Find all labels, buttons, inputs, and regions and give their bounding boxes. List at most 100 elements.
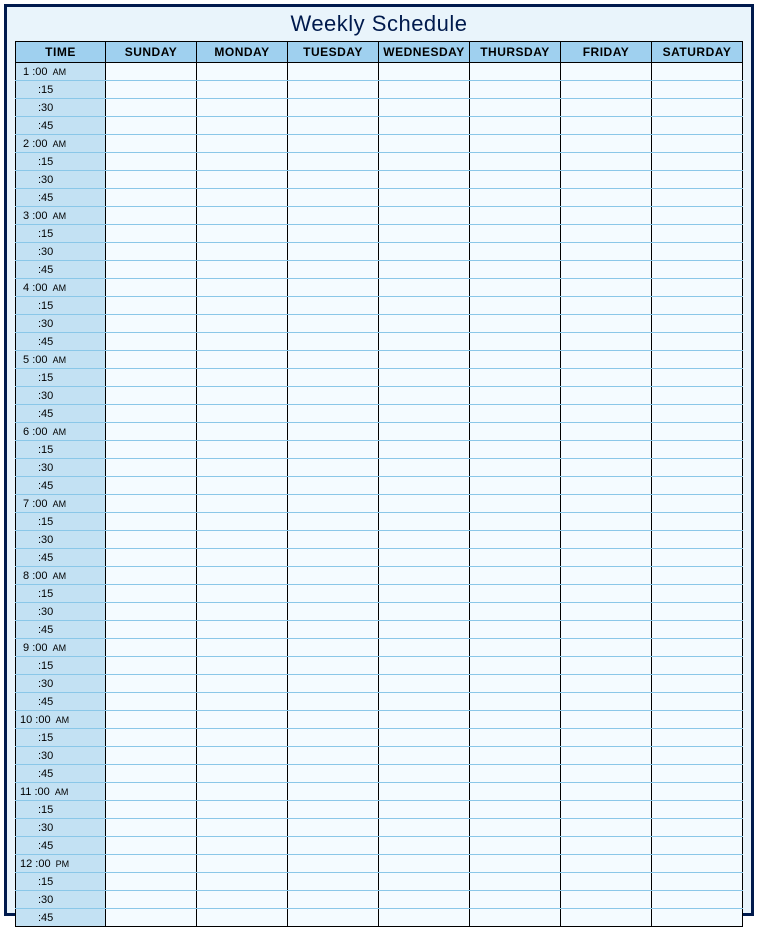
schedule-cell[interactable]: [652, 549, 743, 567]
schedule-cell[interactable]: [106, 783, 197, 801]
schedule-cell[interactable]: [379, 873, 470, 891]
schedule-cell[interactable]: [652, 495, 743, 513]
schedule-cell[interactable]: [197, 99, 288, 117]
schedule-cell[interactable]: [106, 801, 197, 819]
schedule-cell[interactable]: [470, 495, 561, 513]
schedule-cell[interactable]: [288, 351, 379, 369]
schedule-cell[interactable]: [561, 153, 652, 171]
schedule-cell[interactable]: [470, 603, 561, 621]
schedule-cell[interactable]: [197, 585, 288, 603]
schedule-cell[interactable]: [561, 837, 652, 855]
schedule-cell[interactable]: [652, 837, 743, 855]
schedule-cell[interactable]: [106, 423, 197, 441]
schedule-cell[interactable]: [379, 909, 470, 927]
schedule-cell[interactable]: [288, 297, 379, 315]
schedule-cell[interactable]: [197, 765, 288, 783]
schedule-cell[interactable]: [197, 711, 288, 729]
schedule-cell[interactable]: [379, 333, 470, 351]
schedule-cell[interactable]: [470, 549, 561, 567]
schedule-cell[interactable]: [561, 261, 652, 279]
schedule-cell[interactable]: [197, 891, 288, 909]
schedule-cell[interactable]: [197, 153, 288, 171]
schedule-cell[interactable]: [288, 675, 379, 693]
schedule-cell[interactable]: [652, 639, 743, 657]
schedule-cell[interactable]: [379, 819, 470, 837]
schedule-cell[interactable]: [197, 837, 288, 855]
schedule-cell[interactable]: [288, 603, 379, 621]
schedule-cell[interactable]: [470, 801, 561, 819]
schedule-cell[interactable]: [379, 459, 470, 477]
schedule-cell[interactable]: [652, 747, 743, 765]
schedule-cell[interactable]: [106, 675, 197, 693]
schedule-cell[interactable]: [197, 405, 288, 423]
schedule-cell[interactable]: [652, 63, 743, 81]
schedule-cell[interactable]: [561, 405, 652, 423]
schedule-cell[interactable]: [470, 459, 561, 477]
schedule-cell[interactable]: [106, 441, 197, 459]
schedule-cell[interactable]: [470, 711, 561, 729]
schedule-cell[interactable]: [652, 477, 743, 495]
schedule-cell[interactable]: [106, 153, 197, 171]
schedule-cell[interactable]: [288, 837, 379, 855]
schedule-cell[interactable]: [652, 711, 743, 729]
schedule-cell[interactable]: [197, 477, 288, 495]
schedule-cell[interactable]: [561, 477, 652, 495]
schedule-cell[interactable]: [197, 81, 288, 99]
schedule-cell[interactable]: [561, 639, 652, 657]
schedule-cell[interactable]: [470, 63, 561, 81]
schedule-cell[interactable]: [652, 171, 743, 189]
schedule-cell[interactable]: [652, 459, 743, 477]
schedule-cell[interactable]: [561, 207, 652, 225]
schedule-cell[interactable]: [470, 693, 561, 711]
schedule-cell[interactable]: [652, 297, 743, 315]
schedule-cell[interactable]: [561, 351, 652, 369]
schedule-cell[interactable]: [652, 675, 743, 693]
schedule-cell[interactable]: [106, 99, 197, 117]
schedule-cell[interactable]: [470, 387, 561, 405]
schedule-cell[interactable]: [288, 549, 379, 567]
schedule-cell[interactable]: [379, 207, 470, 225]
schedule-cell[interactable]: [197, 225, 288, 243]
schedule-cell[interactable]: [288, 171, 379, 189]
schedule-cell[interactable]: [379, 99, 470, 117]
schedule-cell[interactable]: [288, 261, 379, 279]
schedule-cell[interactable]: [197, 675, 288, 693]
schedule-cell[interactable]: [106, 693, 197, 711]
schedule-cell[interactable]: [288, 747, 379, 765]
schedule-cell[interactable]: [652, 405, 743, 423]
schedule-cell[interactable]: [288, 423, 379, 441]
schedule-cell[interactable]: [106, 585, 197, 603]
schedule-cell[interactable]: [379, 621, 470, 639]
schedule-cell[interactable]: [379, 783, 470, 801]
schedule-cell[interactable]: [197, 459, 288, 477]
schedule-cell[interactable]: [379, 693, 470, 711]
schedule-cell[interactable]: [652, 387, 743, 405]
schedule-cell[interactable]: [288, 729, 379, 747]
schedule-cell[interactable]: [470, 279, 561, 297]
schedule-cell[interactable]: [106, 909, 197, 927]
schedule-cell[interactable]: [288, 225, 379, 243]
schedule-cell[interactable]: [470, 747, 561, 765]
schedule-cell[interactable]: [652, 261, 743, 279]
schedule-cell[interactable]: [106, 531, 197, 549]
schedule-cell[interactable]: [288, 873, 379, 891]
schedule-cell[interactable]: [379, 189, 470, 207]
schedule-cell[interactable]: [652, 819, 743, 837]
schedule-cell[interactable]: [561, 189, 652, 207]
schedule-cell[interactable]: [561, 657, 652, 675]
schedule-cell[interactable]: [288, 369, 379, 387]
schedule-cell[interactable]: [106, 729, 197, 747]
schedule-cell[interactable]: [652, 369, 743, 387]
schedule-cell[interactable]: [106, 549, 197, 567]
schedule-cell[interactable]: [470, 171, 561, 189]
schedule-cell[interactable]: [197, 909, 288, 927]
schedule-cell[interactable]: [652, 513, 743, 531]
schedule-cell[interactable]: [652, 333, 743, 351]
schedule-cell[interactable]: [652, 81, 743, 99]
schedule-cell[interactable]: [379, 639, 470, 657]
schedule-cell[interactable]: [197, 423, 288, 441]
schedule-cell[interactable]: [106, 351, 197, 369]
schedule-cell[interactable]: [197, 189, 288, 207]
schedule-cell[interactable]: [470, 243, 561, 261]
schedule-cell[interactable]: [470, 369, 561, 387]
